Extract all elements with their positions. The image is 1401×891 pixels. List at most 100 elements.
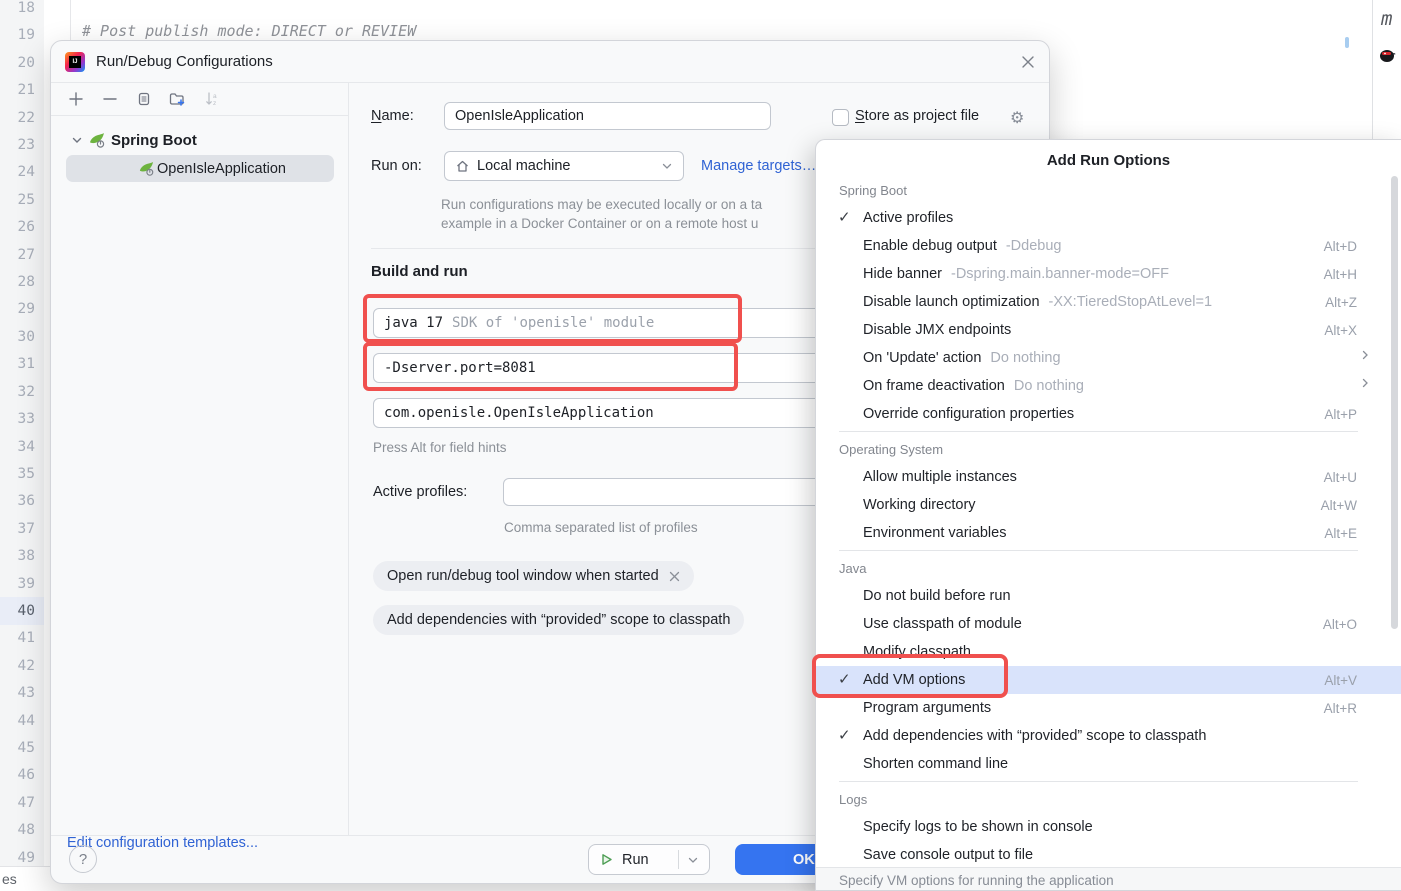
menu-item[interactable]: Enable debug output -Ddebug Alt+D <box>816 232 1401 260</box>
line-number: 47 <box>0 789 44 816</box>
menu-item-hint: Do nothing <box>990 350 1060 366</box>
screen: 18 19 20 21 22 23 24 25 26 27 28 29 <box>0 0 1401 891</box>
menu-item[interactable]: Program arguments Alt+R <box>816 694 1401 722</box>
menu-item[interactable]: Disable launch optimization -XX:TieredSt… <box>816 288 1401 316</box>
scrollbar-error-stripe[interactable] <box>1345 37 1349 48</box>
option-chip[interactable]: Open run/debug tool window when started <box>373 561 694 591</box>
menu-item-label: Shorten command line <box>863 756 1008 772</box>
spring-boot-icon <box>138 160 155 177</box>
line-number: 24 <box>0 159 44 186</box>
chevron-down-icon[interactable] <box>71 134 83 146</box>
line-number: 29 <box>0 296 44 323</box>
tree-toolbar: az <box>51 83 348 116</box>
menu-item-shortcut: Alt+X <box>1324 323 1357 338</box>
menu-item[interactable]: Allow multiple instances Alt+U <box>816 463 1401 491</box>
menu-section-header: Java <box>816 554 1401 582</box>
intellij-logo-icon: IJ <box>65 52 85 72</box>
button-divider <box>678 850 679 869</box>
line-number-column: 18 19 20 21 22 23 24 25 26 27 28 29 <box>0 0 44 871</box>
run-on-select[interactable]: Local machine <box>444 151 684 181</box>
menu-item[interactable]: ✓ Active profiles <box>816 204 1401 232</box>
gear-icon[interactable]: ⚙ <box>1010 108 1024 128</box>
line-number: 40 <box>0 597 44 624</box>
tree-item-spring-boot[interactable]: Spring Boot <box>51 127 348 153</box>
tree-item-openisleapplication[interactable]: OpenIsleApplication <box>66 155 334 182</box>
sort-alphabetically-icon[interactable]: az <box>203 91 220 108</box>
menu-item-shortcut: Alt+D <box>1324 239 1357 254</box>
menu-item-hint: -XX:TieredStopAtLevel=1 <box>1049 294 1213 310</box>
name-input[interactable]: OpenIsleApplication <box>444 102 771 130</box>
menu-item[interactable]: Hide banner -Dspring.main.banner-mode=OF… <box>816 260 1401 288</box>
menu-section-header: Logs <box>816 785 1401 813</box>
menu-item-shortcut: Alt+V <box>1324 673 1357 688</box>
menu-item[interactable]: Modify classpath <box>816 638 1401 666</box>
menu-item[interactable]: Specify logs to be shown in console <box>816 813 1401 841</box>
menu-item[interactable]: On frame deactivation Do nothing <box>816 372 1401 400</box>
line-number: 23 <box>0 131 44 158</box>
menu-item-label: Do not build before run <box>863 588 1011 604</box>
tree-item-label: Spring Boot <box>111 132 197 149</box>
menu-item-shortcut: Alt+O <box>1323 617 1357 632</box>
menu-item[interactable]: Do not build before run <box>816 582 1401 610</box>
line-number: 27 <box>0 241 44 268</box>
menu-item-label: Add VM options <box>863 672 965 688</box>
menu-item[interactable]: Disable JMX endpoints Alt+X <box>816 316 1401 344</box>
close-icon[interactable] <box>1020 54 1036 70</box>
new-folder-icon[interactable] <box>169 91 186 108</box>
line-number: 31 <box>0 351 44 378</box>
menu-item-label: Modify classpath <box>863 644 971 660</box>
menu-item-shortcut: Alt+R <box>1324 701 1357 716</box>
checkmark-icon: ✓ <box>838 208 851 226</box>
line-number: 42 <box>0 652 44 679</box>
menu-item[interactable]: ✓ Add VM options Alt+V <box>816 666 1401 694</box>
line-number: 37 <box>0 515 44 542</box>
store-as-project-file-label[interactable]: Store as project file <box>855 108 979 124</box>
menu-item[interactable]: ✓ Add dependencies with “provided” scope… <box>816 722 1401 750</box>
menu-item-hint: -Dspring.main.banner-mode=OFF <box>951 266 1169 282</box>
menu-item-label: Active profiles <box>863 210 953 226</box>
line-number: 30 <box>0 323 44 350</box>
line-number: 45 <box>0 734 44 761</box>
menu-item[interactable]: Working directory Alt+W <box>816 491 1401 519</box>
store-as-project-file-checkbox[interactable] <box>832 109 849 126</box>
line-number: 35 <box>0 460 44 487</box>
menu-item-label: Environment variables <box>863 525 1006 541</box>
home-icon <box>455 159 470 174</box>
menu-item[interactable]: Shorten command line <box>816 750 1401 778</box>
menu-item-label: Program arguments <box>863 700 991 716</box>
close-icon[interactable] <box>669 571 680 582</box>
menu-item-hint: -Ddebug <box>1006 238 1062 254</box>
menu-item-label: On frame deactivation <box>863 378 1005 394</box>
add-icon[interactable] <box>67 91 84 108</box>
checkmark-icon: ✓ <box>838 670 851 688</box>
line-number: 21 <box>0 77 44 104</box>
option-chip[interactable]: Add dependencies with “provided” scope t… <box>373 605 744 635</box>
line-number: 20 <box>0 49 44 76</box>
copy-icon[interactable] <box>135 91 152 108</box>
submenu-arrow-icon <box>1359 377 1371 389</box>
remove-icon[interactable] <box>101 91 118 108</box>
chevron-down-icon[interactable] <box>687 854 699 866</box>
dialog-titlebar[interactable]: IJ Run/Debug Configurations <box>51 41 1049 83</box>
menu-section: Specify logs to be shown in console Save… <box>816 813 1401 869</box>
menu-item[interactable]: Use classpath of module Alt+O <box>816 610 1401 638</box>
popup-scrollbar[interactable] <box>1391 176 1398 629</box>
menu-item[interactable]: Environment variables Alt+E <box>816 519 1401 547</box>
run-button[interactable]: Run <box>588 844 710 875</box>
line-number: 44 <box>0 707 44 734</box>
press-alt-hint: Press Alt for field hints <box>373 440 507 455</box>
menu-item-label: Working directory <box>863 497 976 513</box>
menu-item[interactable]: Override configuration properties Alt+P <box>816 400 1401 428</box>
name-label: Name: <box>371 108 414 124</box>
manage-targets-link[interactable]: Manage targets… <box>701 158 816 174</box>
menu-item-label: Add dependencies with “provided” scope t… <box>863 728 1206 744</box>
line-number: 39 <box>0 570 44 597</box>
help-button[interactable]: ? <box>69 845 97 873</box>
checkmark-icon: ✓ <box>838 726 851 744</box>
submenu-arrow-icon <box>1359 349 1371 361</box>
menu-item[interactable]: Save console output to file <box>816 841 1401 869</box>
editor-right-pane-text: m <box>1381 8 1392 30</box>
menu-item[interactable]: On 'Update' action Do nothing <box>816 344 1401 372</box>
menu-separator <box>839 431 1358 432</box>
menu-separator <box>839 781 1358 782</box>
